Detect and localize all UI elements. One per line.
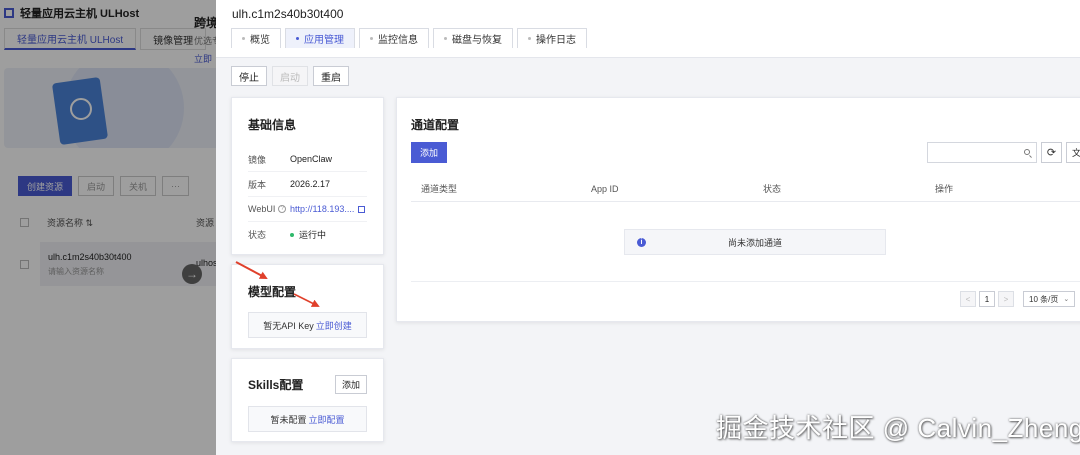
page-size-value: 10 条/页: [1029, 294, 1059, 304]
refresh-icon: ⟳: [1046, 147, 1057, 159]
status-value-wrap: 运行中: [290, 228, 326, 241]
version-row: 版本 2026.2.17: [248, 172, 367, 197]
tab-operation-log[interactable]: 操作日志: [517, 28, 587, 48]
drawer-header: ulh.c1m2s40b30t400 概览 应用管理 监控信息 磁盘与恢复 操作…: [216, 0, 1080, 58]
skills-empty-text: 暂未配置: [270, 414, 307, 425]
status-value: 运行中: [299, 230, 327, 240]
tab-label: 磁盘与恢复: [452, 35, 502, 46]
search-input[interactable]: [928, 143, 1018, 162]
refresh-button[interactable]: ⟳: [1041, 142, 1062, 163]
model-empty-text: 暂无API Key: [263, 320, 314, 331]
model-config-card: 模型配置 暂无API Key 立即创建: [231, 264, 384, 349]
channel-empty-text: 尚未添加通道: [727, 237, 782, 248]
skills-config-card: Skills配置 添加 暂未配置 立即配置: [231, 358, 384, 442]
copy-icon[interactable]: [358, 205, 366, 213]
column-channel-type: 通道类型: [421, 184, 458, 194]
tab-label: 监控信息: [378, 35, 418, 46]
webui-row: WebUI? http://118.193....: [248, 197, 367, 222]
channel-config-title: 通道配置: [411, 118, 460, 132]
basic-info-card: 基础信息 镜像 OpenClaw 版本 2026.2.17 WebUI? htt…: [231, 97, 384, 255]
tab-dot-icon: [528, 37, 531, 40]
tab-disk-recovery[interactable]: 磁盘与恢复: [433, 28, 513, 48]
drawer-tabs: 概览 应用管理 监控信息 磁盘与恢复 操作日志: [231, 28, 591, 48]
webui-link-wrap: http://118.193....: [290, 204, 366, 214]
image-label: 镜像: [248, 154, 267, 165]
create-api-key-link[interactable]: 立即创建: [316, 319, 352, 332]
webui-link[interactable]: http://118.193....: [290, 204, 354, 214]
tab-dot-icon: [370, 37, 373, 40]
tab-monitoring[interactable]: 监控信息: [359, 28, 429, 48]
add-channel-button[interactable]: 添加: [411, 142, 448, 163]
search-box: [927, 142, 1037, 163]
skills-header: Skills配置 添加: [248, 375, 367, 394]
status-label: 状态: [248, 230, 267, 240]
webui-label-wrap: WebUI?: [248, 204, 290, 214]
model-empty-box: 暂无API Key 立即创建: [248, 312, 367, 338]
tab-label: 概览: [250, 35, 270, 46]
info-icon: i: [637, 238, 646, 247]
column-status: 状态: [763, 184, 782, 194]
search-icon[interactable]: [1024, 149, 1030, 155]
document-button[interactable]: 文: [1066, 142, 1080, 163]
tab-label: 操作日志: [536, 35, 576, 46]
drawer-toolbar: 停止 启动 重启: [231, 66, 354, 86]
modal-overlay[interactable]: [0, 0, 216, 455]
start-button[interactable]: 启动: [272, 66, 308, 86]
image-value: OpenClaw: [290, 154, 333, 164]
add-skill-button[interactable]: 添加: [334, 375, 367, 394]
channel-empty-notice: i 尚未添加通道: [624, 229, 886, 255]
help-icon[interactable]: ?: [278, 205, 287, 213]
page-1-button[interactable]: 1: [979, 291, 995, 307]
watermark: 掘金技术社区 @ Calvin_Zheng: [716, 413, 1080, 443]
tab-label: 应用管理: [304, 35, 344, 46]
tab-app-management[interactable]: 应用管理: [285, 28, 355, 48]
table-divider: [411, 281, 1080, 282]
column-actions: 操作: [935, 184, 954, 194]
channel-table-header: 通道类型 App ID 状态 操作: [411, 176, 1080, 202]
webui-label: WebUI: [248, 204, 276, 214]
chevron-down-icon: ⌄: [1063, 296, 1070, 303]
pagination: < 1 > 10 条/页 ⌄: [960, 291, 1080, 307]
skills-empty-box: 暂未配置 立即配置: [248, 406, 367, 432]
tab-dot-icon: [296, 37, 299, 40]
model-config-title: 模型配置: [248, 285, 297, 299]
version-value: 2026.2.17: [290, 179, 331, 189]
image-row: 镜像 OpenClaw: [248, 147, 367, 172]
version-label: 版本: [248, 179, 267, 190]
drawer-title: ulh.c1m2s40b30t400: [232, 7, 344, 21]
tab-dot-icon: [444, 37, 447, 40]
detail-drawer: ulh.c1m2s40b30t400 概览 应用管理 监控信息 磁盘与恢复 操作…: [216, 0, 1080, 455]
tab-overview[interactable]: 概览: [231, 28, 281, 48]
page-size-select[interactable]: 10 条/页 ⌄: [1023, 291, 1076, 307]
skills-config-title: Skills配置: [248, 378, 304, 392]
channel-config-card: 通道配置 添加 ⟳ 文 通道类型 App ID 状态 操作 i 尚未添加通道 <…: [396, 97, 1080, 322]
tab-dot-icon: [242, 37, 245, 40]
prev-page-button[interactable]: <: [960, 291, 976, 307]
status-row: 状态 运行中: [248, 222, 367, 247]
configure-skills-link[interactable]: 立即配置: [309, 413, 345, 426]
restart-button[interactable]: 重启: [313, 66, 349, 86]
column-app-id: App ID: [591, 183, 619, 194]
basic-info-title: 基础信息: [248, 118, 297, 132]
status-dot-icon: [290, 232, 294, 237]
stop-button[interactable]: 停止: [231, 66, 267, 86]
next-page-button[interactable]: >: [998, 291, 1014, 307]
